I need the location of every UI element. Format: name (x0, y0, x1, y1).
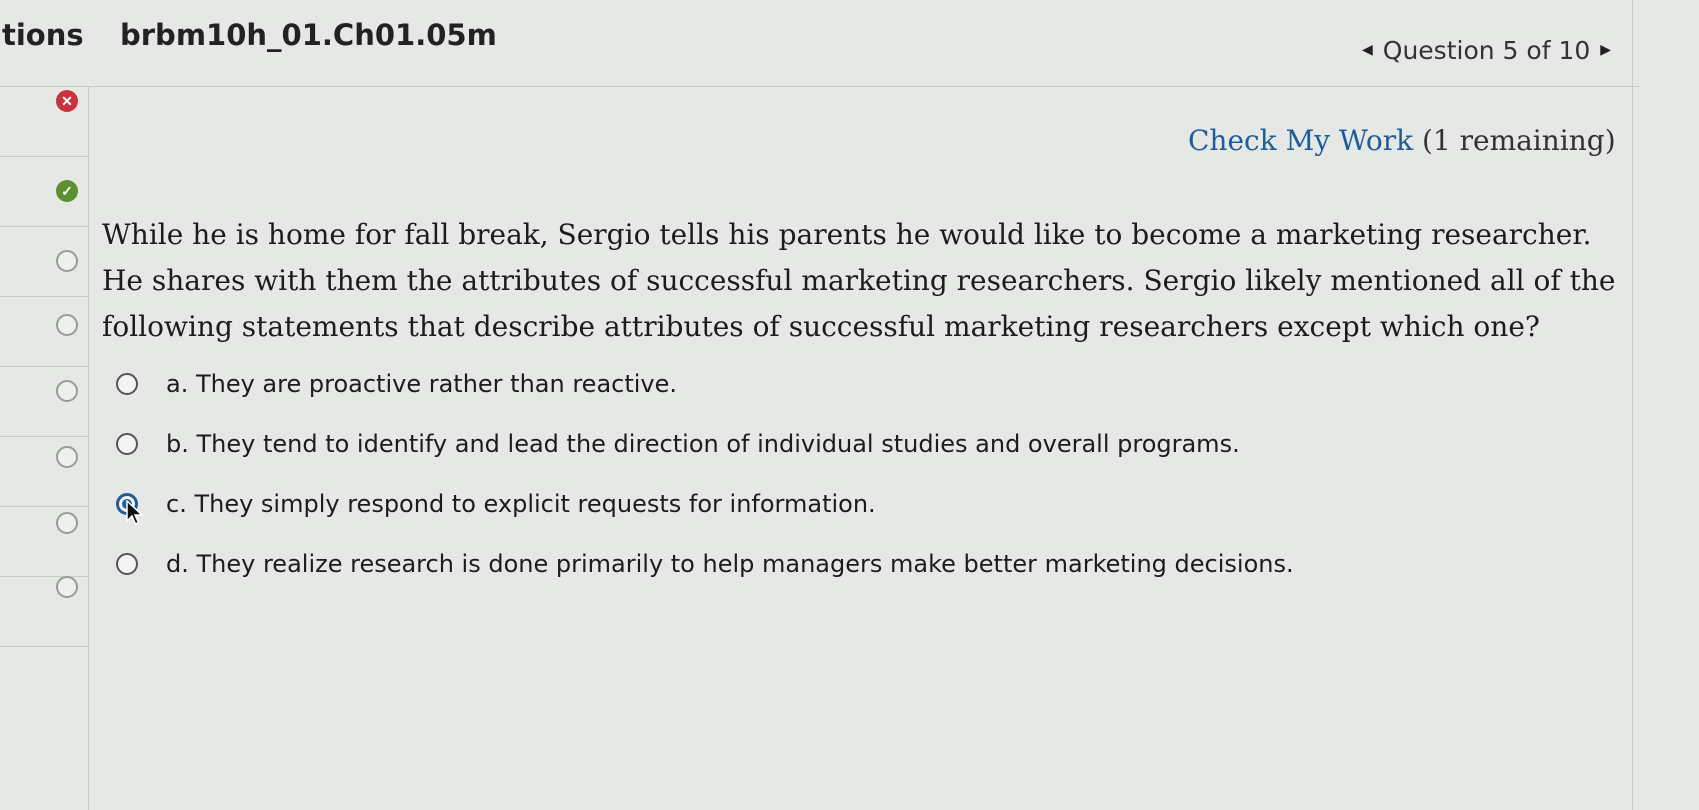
empty-circle-icon (56, 512, 78, 534)
answer-option-b[interactable]: b. They tend to identify and lead the di… (116, 424, 1376, 464)
check-my-work-label[interactable]: Check My Work (1188, 124, 1413, 157)
section-label: tions (2, 18, 84, 52)
radio-button[interactable] (116, 373, 138, 395)
question-stem: While he is home for fall break, Sergio … (102, 218, 1616, 343)
panel-edge (1632, 0, 1633, 810)
check-my-work-link[interactable]: Check My Work (1 remaining) (1188, 124, 1616, 157)
empty-circle-icon (56, 314, 78, 336)
answer-option-d[interactable]: d. They realize research is done primari… (116, 544, 1376, 584)
question-status-rail: ✕ ✓ (0, 86, 89, 810)
answer-option-label: d. They realize research is done primari… (166, 550, 1294, 578)
answer-option-label: c. They simply respond to explicit reque… (166, 490, 876, 518)
empty-circle-icon (56, 576, 78, 598)
assignment-title: brbm10h_01.Ch01.05m (120, 18, 497, 52)
question-status-item[interactable] (0, 296, 88, 367)
mouse-pointer-icon (126, 500, 144, 526)
answer-option-c[interactable]: c. They simply respond to explicit reque… (116, 484, 1376, 524)
triangle-right-icon[interactable]: ▶ (1600, 42, 1611, 58)
empty-circle-icon (56, 250, 78, 272)
question-status-item[interactable] (0, 506, 88, 577)
radio-button[interactable] (116, 553, 138, 575)
answer-option-a[interactable]: a. They are proactive rather than reacti… (116, 364, 1376, 404)
question-status-item[interactable]: ✕ (0, 86, 88, 157)
empty-circle-icon (56, 380, 78, 402)
radio-button[interactable] (116, 433, 138, 455)
empty-circle-icon (56, 446, 78, 468)
answer-option-label: a. They are proactive rather than reacti… (166, 370, 678, 398)
question-status-item[interactable] (0, 366, 88, 437)
question-navigator: ◀ Question 5 of 10 ▶ (1362, 34, 1611, 66)
x-circle-icon: ✕ (56, 90, 78, 112)
attempts-remaining: (1 remaining) (1421, 124, 1616, 157)
question-status-item[interactable] (0, 576, 88, 647)
question-status-item[interactable] (0, 436, 88, 507)
question-counter: Question 5 of 10 (1382, 35, 1591, 65)
check-circle-icon: ✓ (56, 180, 78, 202)
question-status-item[interactable]: ✓ (0, 156, 88, 227)
triangle-left-icon[interactable]: ◀ (1362, 42, 1373, 58)
header-bar: tions brbm10h_01.Ch01.05m ◀ Question 5 o… (0, 0, 1640, 87)
question-status-item[interactable] (0, 226, 88, 297)
answer-option-label: b. They tend to identify and lead the di… (166, 430, 1240, 458)
